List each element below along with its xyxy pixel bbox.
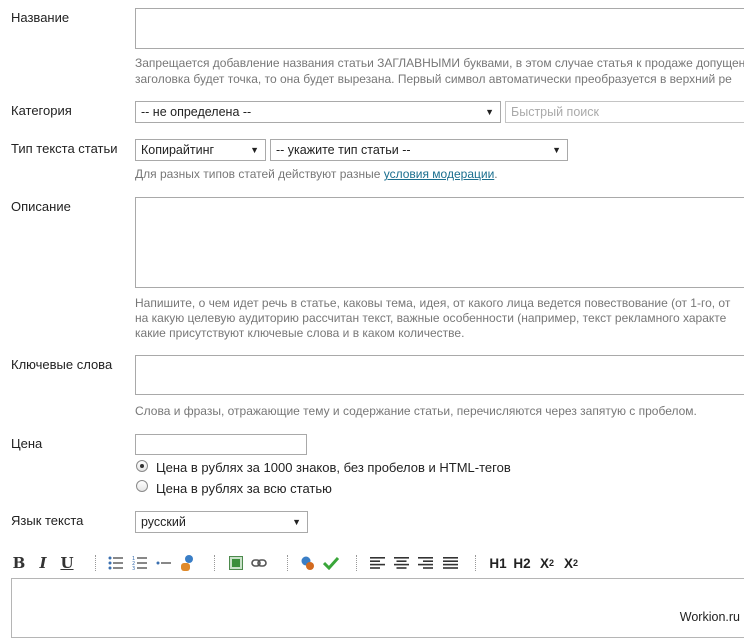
price-per-article-label[interactable]: Цена в рублях за всю статью bbox=[156, 481, 332, 496]
insert-link-button[interactable] bbox=[250, 553, 268, 573]
description-hint-line3: какие присутствуют ключевые слова и в ка… bbox=[135, 326, 465, 340]
price-per-article-radio[interactable] bbox=[136, 480, 148, 492]
bullet-list-button[interactable] bbox=[107, 553, 125, 573]
dropdown-arrow-icon: ▼ bbox=[552, 145, 561, 155]
superscript-button[interactable]: X2 bbox=[537, 553, 557, 573]
title-label: Название bbox=[11, 10, 70, 25]
article-subtype-selected-value: -- укажите тип статьи -- bbox=[276, 143, 411, 157]
horizontal-rule-button[interactable] bbox=[155, 553, 173, 573]
text-type-hint-suffix: . bbox=[494, 167, 498, 181]
align-left-button[interactable] bbox=[369, 553, 385, 573]
text-type-label: Тип текста статьи bbox=[11, 141, 118, 156]
heading1-button[interactable]: H1 bbox=[488, 553, 508, 573]
align-center-icon bbox=[393, 557, 409, 569]
dropdown-arrow-icon: ▼ bbox=[250, 145, 259, 155]
align-justify-icon bbox=[442, 557, 458, 569]
subscript-button[interactable]: X2 bbox=[561, 553, 581, 573]
keywords-hint: Слова и фразы, отражающие тему и содержа… bbox=[135, 404, 697, 418]
language-label: Язык текста bbox=[11, 513, 84, 528]
dropdown-arrow-icon: ▼ bbox=[292, 517, 301, 527]
price-per-1000-label[interactable]: Цена в рублях за 1000 знаков, без пробел… bbox=[156, 460, 511, 475]
image-icon bbox=[229, 556, 243, 570]
category-select[interactable]: -- не определена -- ▼ bbox=[135, 101, 501, 123]
align-left-icon bbox=[369, 557, 385, 569]
user-quote-icon bbox=[181, 555, 193, 571]
category-selected-value: -- не определена -- bbox=[141, 105, 252, 119]
article-subtype-select[interactable]: -- укажите тип статьи -- ▼ bbox=[270, 139, 568, 161]
link-icon bbox=[251, 559, 267, 567]
quote-button[interactable] bbox=[178, 553, 196, 573]
italic-button[interactable]: I bbox=[37, 553, 49, 573]
description-hint-line2: на какую целевую аудиторию рассчитан тек… bbox=[135, 311, 727, 325]
price-per-1000-radio[interactable] bbox=[136, 460, 148, 472]
watermark-text: Workion.ru bbox=[679, 610, 740, 624]
numbered-list-button[interactable]: 1 2 3 bbox=[131, 553, 149, 573]
price-input[interactable] bbox=[135, 434, 307, 455]
text-type-selected-value: Копирайтинг bbox=[141, 143, 215, 157]
align-justify-button[interactable] bbox=[442, 553, 458, 573]
language-selected-value: русский bbox=[141, 515, 186, 529]
toolbar-separator bbox=[475, 555, 477, 571]
description-hint-line1: Напишите, о чем идет речь в статье, како… bbox=[135, 296, 731, 310]
remove-format-button[interactable] bbox=[299, 553, 317, 573]
keywords-label: Ключевые слова bbox=[11, 357, 113, 372]
quick-search-input[interactable]: Быстрый поиск bbox=[505, 101, 744, 123]
spellcheck-button[interactable] bbox=[322, 553, 340, 573]
subscript-label: X bbox=[563, 555, 573, 571]
numbered-list-icon: 1 2 3 bbox=[132, 556, 147, 570]
superscript-label: X bbox=[539, 555, 549, 571]
superscript-index: 2 bbox=[549, 558, 555, 568]
checkmark-icon bbox=[323, 556, 339, 570]
text-type-hint-text: Для разных типов статей действуют разные bbox=[135, 167, 384, 181]
horizontal-rule-icon bbox=[156, 561, 171, 565]
language-select[interactable]: русский ▼ bbox=[135, 511, 308, 533]
toolbar-separator bbox=[287, 555, 289, 571]
description-label: Описание bbox=[11, 199, 71, 214]
dropdown-arrow-icon: ▼ bbox=[485, 107, 494, 117]
subscript-index: 2 bbox=[573, 558, 579, 568]
svg-text:3: 3 bbox=[132, 566, 135, 570]
toolbar-separator bbox=[356, 555, 358, 571]
align-right-button[interactable] bbox=[417, 553, 433, 573]
keywords-input[interactable] bbox=[135, 355, 744, 395]
title-input[interactable] bbox=[135, 8, 744, 49]
title-hint-line2: заголовка будет точка, то она будет выре… bbox=[135, 72, 732, 86]
title-hint-line1: Запрещается добавление названия статьи З… bbox=[135, 56, 744, 70]
category-label: Категория bbox=[11, 103, 72, 118]
text-type-hint: Для разных типов статей действуют разные… bbox=[135, 166, 498, 182]
heading2-button[interactable]: H2 bbox=[512, 553, 532, 573]
eraser-icon bbox=[301, 556, 314, 570]
price-label: Цена bbox=[11, 436, 43, 451]
align-center-button[interactable] bbox=[393, 553, 409, 573]
underline-button[interactable]: U bbox=[60, 553, 74, 573]
toolbar-separator bbox=[214, 555, 216, 571]
align-right-icon bbox=[417, 557, 433, 569]
toolbar-separator bbox=[95, 555, 97, 571]
quick-search-placeholder: Быстрый поиск bbox=[511, 105, 599, 119]
bold-button[interactable]: B bbox=[12, 553, 26, 573]
description-textarea[interactable] bbox=[135, 197, 744, 288]
moderation-rules-link[interactable]: условия модерации bbox=[384, 167, 495, 181]
bullet-list-icon bbox=[108, 556, 123, 570]
article-body-editor[interactable] bbox=[11, 578, 744, 638]
text-type-select[interactable]: Копирайтинг ▼ bbox=[135, 139, 266, 161]
insert-image-button[interactable] bbox=[227, 553, 245, 573]
